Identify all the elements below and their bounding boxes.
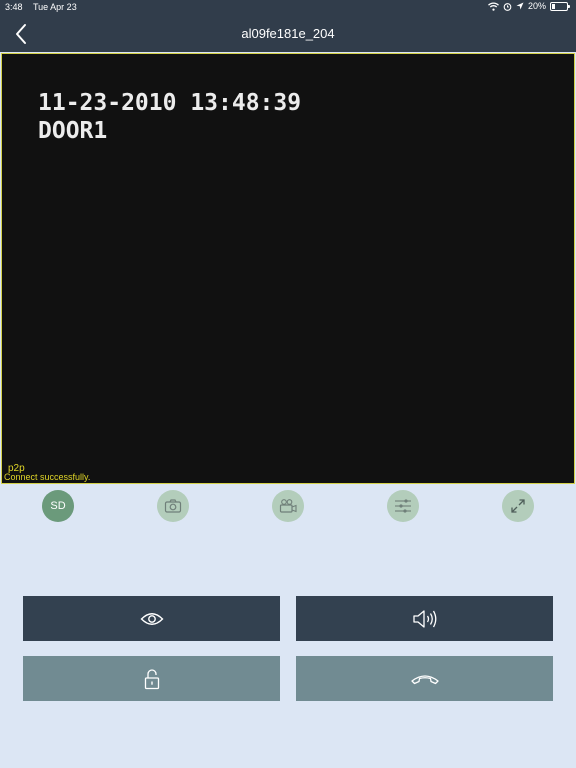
battery-percent: 20%	[527, 1, 546, 11]
video-toolbar: SD	[0, 490, 576, 524]
settings-button[interactable]	[387, 490, 419, 522]
status-bar: 3:48 Tue Apr 23 20%	[0, 0, 576, 16]
sd-quality-button[interactable]: SD	[42, 490, 74, 522]
status-right: 20%	[488, 1, 570, 11]
osd-datetime: 11-23-2010 13:48:39	[38, 90, 302, 116]
fullscreen-button[interactable]	[502, 490, 534, 522]
sd-label: SD	[50, 500, 66, 512]
camera-icon	[164, 499, 182, 513]
speaker-icon	[412, 609, 436, 628]
hang-up-button[interactable]	[296, 656, 553, 701]
status-date: Tue Apr 23	[33, 2, 77, 12]
wifi-icon	[488, 1, 499, 11]
battery-icon	[550, 1, 570, 11]
unlock-button[interactable]	[23, 656, 280, 701]
speaker-button[interactable]	[296, 596, 553, 641]
eye-icon	[140, 612, 163, 625]
osd-door-label: DOOR1	[38, 118, 108, 144]
status-time: 3:48	[5, 2, 23, 12]
record-button[interactable]	[272, 490, 304, 522]
unlock-icon	[144, 668, 159, 689]
hang-up-icon	[410, 674, 439, 684]
video-record-icon	[279, 499, 297, 513]
video-feed[interactable]: 11-23-2010 13:48:39 DOOR1 p2p Connect su…	[1, 53, 575, 484]
snapshot-button[interactable]	[157, 490, 189, 522]
nav-bar: al09fe181e_204	[0, 16, 576, 52]
location-icon	[516, 2, 524, 10]
connection-status: Connect successfully.	[4, 472, 91, 482]
page-title: al09fe181e_204	[241, 26, 335, 41]
sliders-icon	[395, 499, 411, 513]
monitor-button[interactable]	[23, 596, 280, 641]
alarm-icon	[503, 2, 512, 11]
fullscreen-icon	[511, 499, 525, 513]
